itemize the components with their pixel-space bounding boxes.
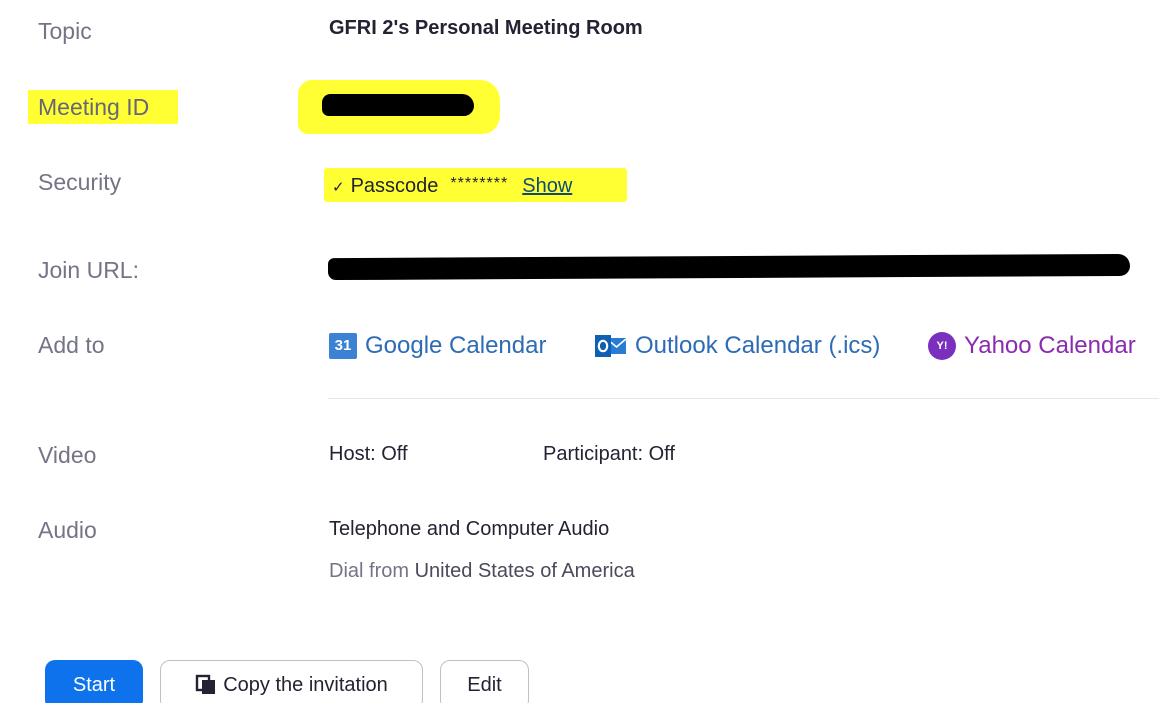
google-calendar-icon: 31 <box>329 333 357 359</box>
outlook-calendar-link[interactable]: Outlook Calendar (.ics) <box>595 331 880 361</box>
video-label: Video <box>38 442 97 468</box>
edit-button[interactable]: Edit <box>440 660 529 703</box>
passcode-masked: ******** <box>450 175 509 192</box>
show-passcode-link[interactable]: Show <box>522 173 572 199</box>
dial-from-prefix: Dial from <box>329 560 410 582</box>
join-url-redaction <box>328 253 1130 281</box>
outlook-calendar-icon <box>595 332 627 360</box>
copy-icon <box>195 674 217 696</box>
meeting-id-redaction <box>322 94 474 116</box>
yahoo-calendar-label: Yahoo Calendar <box>964 332 1136 359</box>
section-divider <box>328 398 1159 399</box>
meeting-id-label: Meeting ID <box>38 94 150 120</box>
video-participant-value: Participant: Off <box>543 443 675 465</box>
google-calendar-link[interactable]: 31 Google Calendar <box>329 331 546 361</box>
video-host-value: Host: Off <box>329 443 408 465</box>
passcode-label: Passcode <box>350 175 439 197</box>
dial-from-line: Dial from United States of America <box>329 558 635 584</box>
dial-from-country: United States of America <box>414 560 635 582</box>
copy-invitation-button[interactable]: Copy the invitation <box>160 660 423 703</box>
start-button[interactable]: Start <box>45 660 143 703</box>
add-to-label: Add to <box>38 332 105 358</box>
audio-value: Telephone and Computer Audio <box>329 518 610 540</box>
copy-invitation-label: Copy the invitation <box>223 673 388 696</box>
topic-value: GFRI 2's Personal Meeting Room <box>329 17 643 39</box>
yahoo-calendar-icon: Y! <box>928 332 956 360</box>
security-label: Security <box>38 169 122 195</box>
google-calendar-label: Google Calendar <box>365 332 547 359</box>
join-url-label: Join URL: <box>38 257 139 283</box>
audio-label: Audio <box>38 517 97 543</box>
security-passcode-row: ✓ Passcode ******** Show <box>332 173 572 201</box>
yahoo-calendar-link[interactable]: Y! Yahoo Calendar <box>928 331 1136 361</box>
meeting-details-page: Topic GFRI 2's Personal Meeting Room Mee… <box>0 0 1159 703</box>
outlook-calendar-label: Outlook Calendar (.ics) <box>635 332 881 359</box>
check-icon: ✓ <box>332 179 345 196</box>
topic-label: Topic <box>38 18 92 44</box>
